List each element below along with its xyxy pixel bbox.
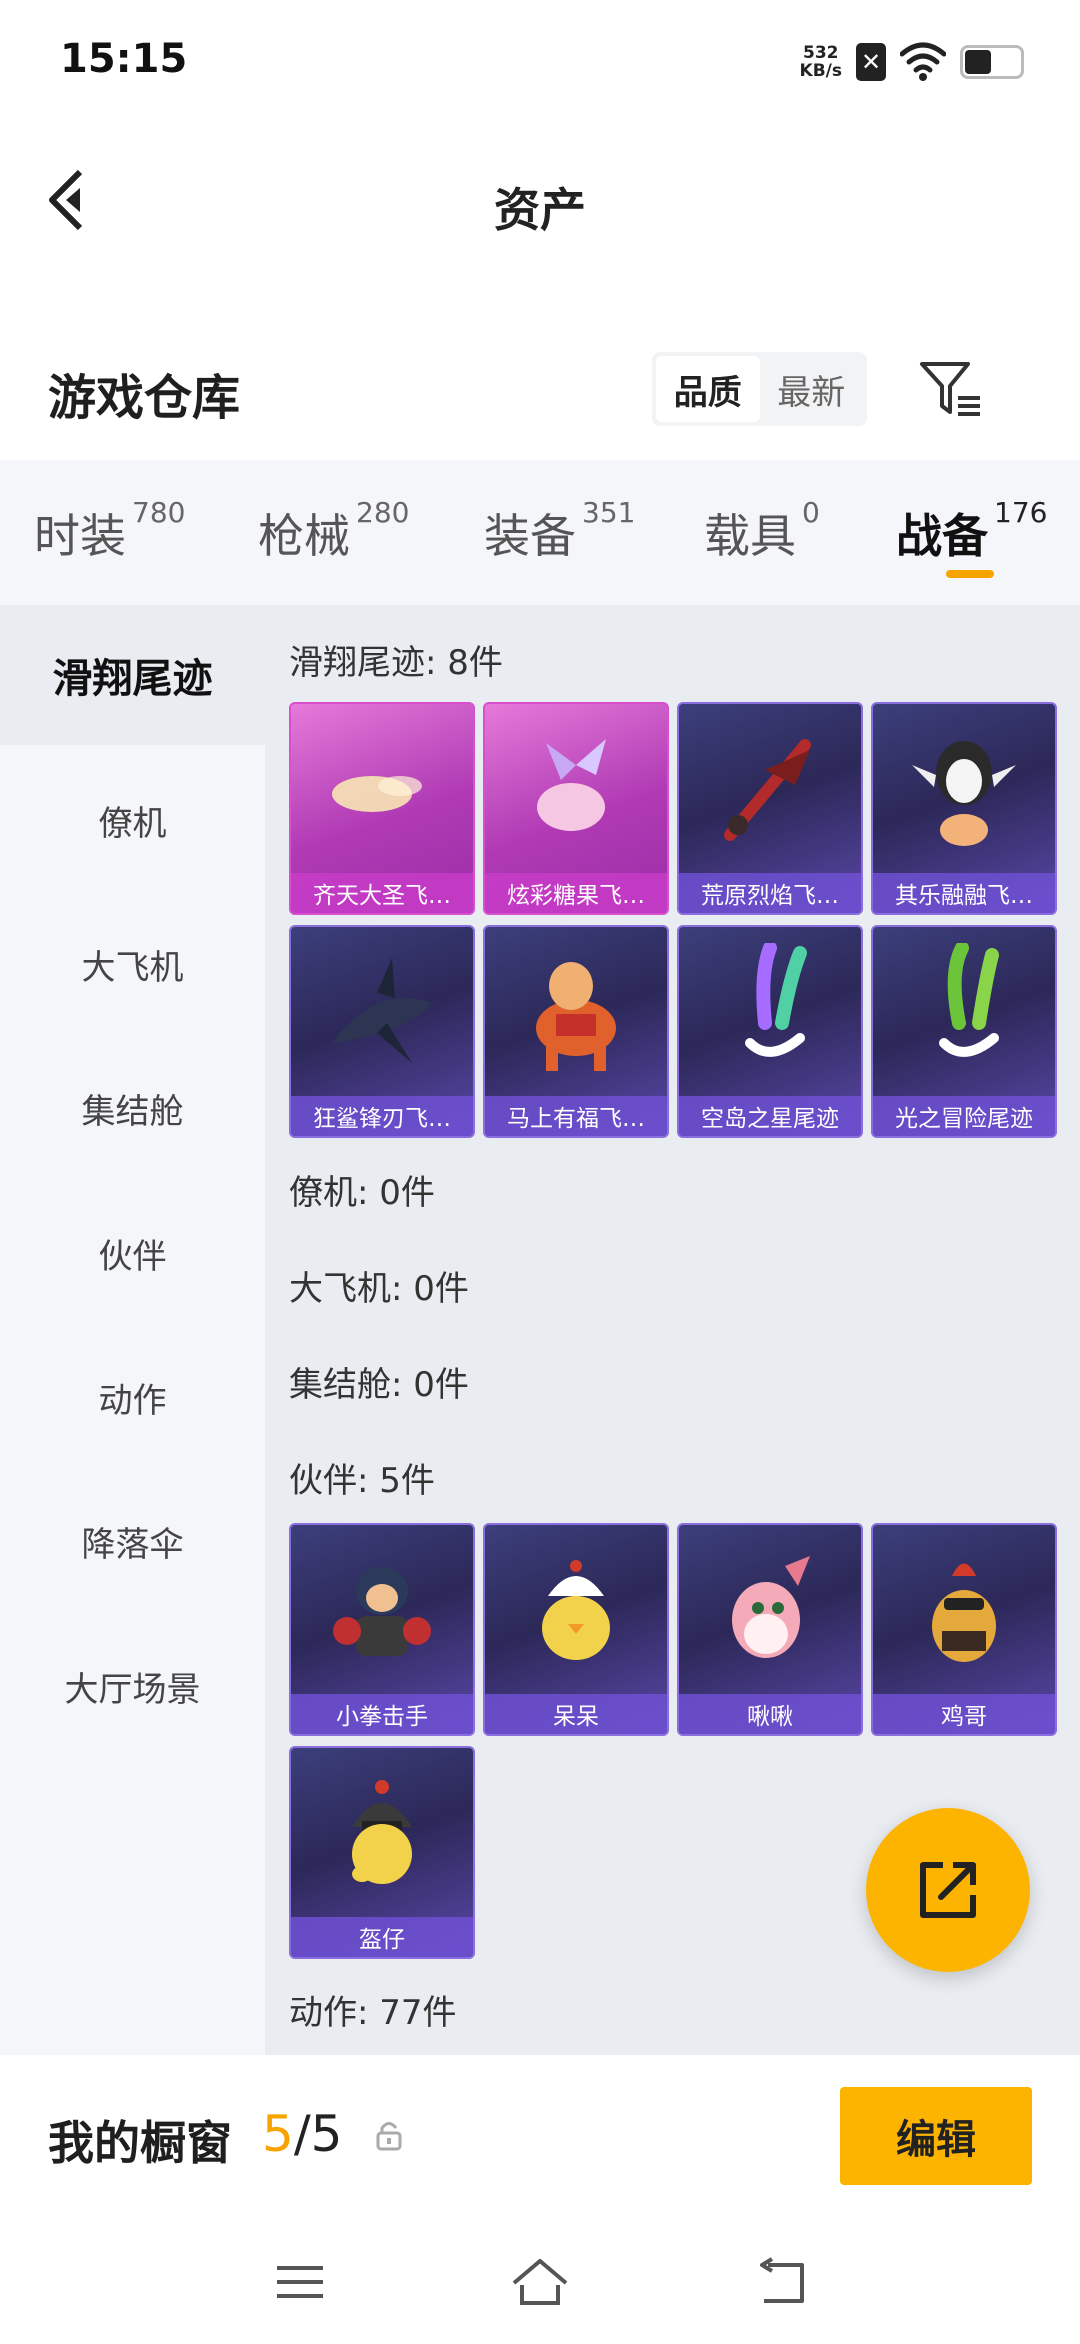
- lock-icon: [376, 2122, 402, 2151]
- section-title-emote: 动作: 77件: [289, 1993, 457, 2033]
- top-header: 资产: [0, 130, 1080, 270]
- item-name: 呆呆: [485, 1694, 667, 1734]
- item-card[interactable]: 小拳击手: [289, 1523, 475, 1736]
- item-card[interactable]: 齐天大圣飞…: [289, 702, 475, 915]
- section-title-airplane: 大飞机: 0件: [289, 1269, 469, 1309]
- item-name: 齐天大圣飞…: [291, 873, 473, 913]
- item-name: 鸡哥: [873, 1694, 1055, 1734]
- sort-newest-button[interactable]: 最新: [760, 356, 864, 422]
- showcase-count: 5/5: [262, 2105, 343, 2163]
- item-image: [485, 1525, 667, 1697]
- status-icons: 532 KB/s ✕: [800, 40, 1024, 84]
- item-image: [291, 1748, 473, 1920]
- section-title-rally-pod: 集结舱: 0件: [289, 1365, 469, 1405]
- tab-vehicles[interactable]: 载具 0: [704, 496, 820, 566]
- item-card[interactable]: 鸡哥: [871, 1523, 1057, 1736]
- item-name: 盔仔: [291, 1917, 473, 1957]
- item-card[interactable]: 其乐融融飞…: [871, 702, 1057, 915]
- sidebar-item-companion[interactable]: 伙伴: [0, 1183, 265, 1323]
- item-name: 马上有福飞…: [485, 1096, 667, 1136]
- item-name: 空岛之星尾迹: [679, 1096, 861, 1136]
- section-title-glide-trail: 滑翔尾迹: 8件: [289, 643, 503, 683]
- item-name: 狂鲨锋刃飞…: [291, 1096, 473, 1136]
- item-name: 炫彩糖果飞…: [485, 873, 667, 913]
- tab-combat-gear[interactable]: 战备 176: [896, 496, 1047, 566]
- page-title: 资产: [494, 183, 586, 237]
- item-card[interactable]: 光之冒险尾迹: [871, 925, 1057, 1138]
- share-button[interactable]: [866, 1808, 1030, 1972]
- share-icon: [920, 1862, 976, 1918]
- item-name: 啾啾: [679, 1694, 861, 1734]
- item-card[interactable]: 荒原烈焰飞…: [677, 702, 863, 915]
- section-title-wingman: 僚机: 0件: [289, 1173, 435, 1213]
- item-image: [679, 927, 861, 1099]
- tab-fashion[interactable]: 时装 780: [34, 496, 185, 566]
- sub-category-sidebar: 滑翔尾迹 僚机 大飞机 集结舱 伙伴 动作 降落伞 大厅场景: [0, 605, 265, 2055]
- battery-icon: [960, 45, 1024, 79]
- tab-equipment[interactable]: 装备 351: [484, 496, 635, 566]
- item-card[interactable]: 盔仔: [289, 1746, 475, 1959]
- menu-icon[interactable]: [265, 2247, 335, 2317]
- item-image: [873, 1525, 1055, 1697]
- status-bar: 15:15 532 KB/s ✕: [0, 0, 1080, 120]
- item-image: [291, 704, 473, 876]
- edit-button[interactable]: 编辑: [840, 2087, 1032, 2185]
- sort-toggle: 品质 最新: [652, 352, 867, 426]
- sort-quality-button[interactable]: 品质: [656, 356, 760, 422]
- active-tab-indicator: [946, 570, 994, 578]
- sidebar-item-lobby-scene[interactable]: 大厅场景: [0, 1616, 265, 1756]
- sidebar-item-parachute[interactable]: 降落伞: [0, 1471, 265, 1611]
- item-image: [291, 927, 473, 1099]
- sidebar-item-rally-pod[interactable]: 集结舱: [0, 1038, 265, 1178]
- item-card[interactable]: 空岛之星尾迹: [677, 925, 863, 1138]
- sidebar-item-emote[interactable]: 动作: [0, 1327, 265, 1467]
- item-card[interactable]: 啾啾: [677, 1523, 863, 1736]
- item-card[interactable]: 狂鲨锋刃飞…: [289, 925, 475, 1138]
- item-name: 荒原烈焰飞…: [679, 873, 861, 913]
- showcase-label: 我的橱窗: [48, 2116, 232, 2170]
- item-card[interactable]: 马上有福飞…: [483, 925, 669, 1138]
- home-icon[interactable]: [505, 2247, 575, 2317]
- item-image: [679, 704, 861, 876]
- system-nav-bar: [0, 2225, 1080, 2344]
- item-card[interactable]: 呆呆: [483, 1523, 669, 1736]
- sidebar-item-glide-trail[interactable]: 滑翔尾迹: [0, 605, 265, 745]
- warehouse-header: 游戏仓库 品质 最新: [0, 330, 1080, 450]
- category-tabs: 时装 780 枪械 280 装备 351 载具 0 战备 176: [0, 460, 1080, 605]
- filter-icon[interactable]: [918, 360, 984, 420]
- item-card[interactable]: 炫彩糖果飞…: [483, 702, 669, 915]
- item-image: [485, 704, 667, 876]
- sidebar-item-airplane[interactable]: 大飞机: [0, 894, 265, 1034]
- item-name: 其乐融融飞…: [873, 873, 1055, 913]
- tab-weapons[interactable]: 枪械 280: [258, 496, 409, 566]
- sim-off-icon: ✕: [856, 43, 886, 81]
- item-name: 光之冒险尾迹: [873, 1096, 1055, 1136]
- status-time: 15:15: [60, 36, 188, 82]
- wifi-icon: [900, 42, 946, 81]
- section-title-companion: 伙伴: 5件: [289, 1461, 435, 1501]
- back-icon[interactable]: [745, 2247, 815, 2317]
- item-image: [679, 1525, 861, 1697]
- item-name: 小拳击手: [291, 1694, 473, 1734]
- item-image: [873, 927, 1055, 1099]
- warehouse-title: 游戏仓库: [48, 370, 241, 426]
- item-image: [873, 704, 1055, 876]
- sidebar-item-wingman[interactable]: 僚机: [0, 750, 265, 890]
- item-image: [291, 1525, 473, 1697]
- item-image: [485, 927, 667, 1099]
- network-speed: 532 KB/s: [799, 43, 842, 81]
- showcase-bar: 我的橱窗 5/5 编辑: [0, 2055, 1080, 2225]
